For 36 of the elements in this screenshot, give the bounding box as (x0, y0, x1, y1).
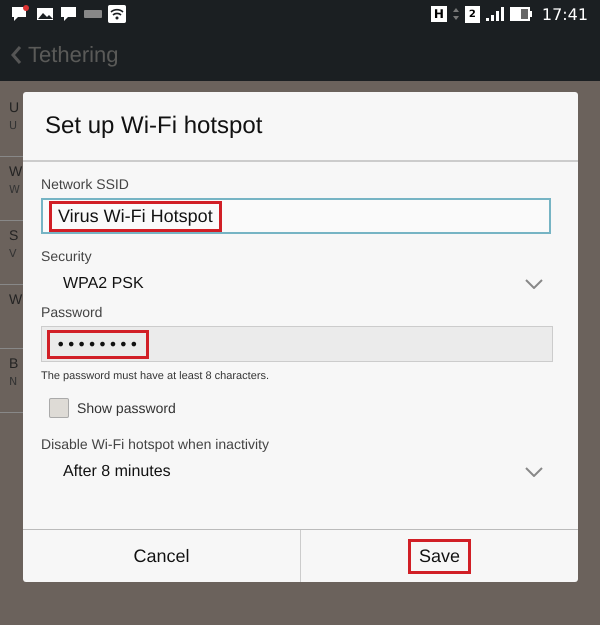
list-item-subtitle: N (9, 375, 18, 388)
chevron-down-icon (525, 467, 543, 477)
chevron-down-icon (525, 279, 543, 289)
battery-icon (510, 7, 532, 21)
ssid-field[interactable]: Virus Wi-Fi Hotspot (41, 198, 551, 234)
chevron-left-icon (10, 44, 22, 64)
wifi-icon (108, 5, 126, 23)
image-icon (36, 7, 54, 21)
hint-text: The password must have at least 8 characters. (41, 370, 270, 382)
timeout-dropdown[interactable]: After 8 minutes (41, 452, 553, 492)
chat-icon (10, 5, 30, 23)
list-item-subtitle: V (9, 247, 17, 260)
list-item-subtitle: W (9, 183, 20, 196)
data-arrows-icon (452, 7, 459, 21)
checkbox-label[interactable]: Show password (77, 400, 176, 416)
field-label: Password (41, 304, 102, 320)
network-type-indicator: H (430, 6, 447, 22)
signal-icon (486, 7, 504, 21)
list-item-title: U (9, 99, 20, 115)
password-field[interactable]: •••••••• (41, 326, 553, 362)
cancel-button[interactable]: Cancel (122, 538, 201, 574)
list-item-title: B (9, 355, 18, 371)
security-dropdown[interactable]: WPA2 PSK (41, 264, 553, 304)
chat-icon (60, 5, 78, 23)
field-label: Security (41, 248, 92, 264)
list-item-title: S (9, 227, 18, 243)
field-label: Network SSID (41, 176, 129, 192)
checkbox[interactable] (49, 398, 69, 418)
list-item-title: W (9, 291, 22, 307)
save-button[interactable]: Save (408, 538, 472, 574)
list-item-subtitle: U (9, 119, 18, 132)
field-label: Disable Wi-Fi hotspot when inactivity (41, 436, 269, 452)
dialog-title: Set up Wi-Fi hotspot (23, 92, 578, 162)
clock: 17:41 (542, 4, 588, 24)
list-item-title: W (9, 163, 22, 179)
sim-indicator: 2 (464, 6, 480, 22)
